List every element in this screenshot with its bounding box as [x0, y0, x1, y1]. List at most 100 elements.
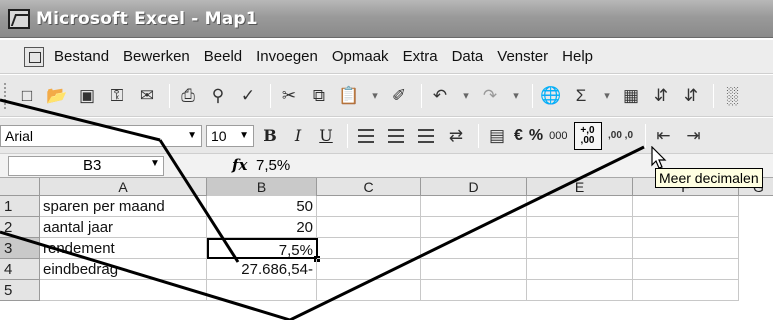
cell-a1[interactable]: sparen per maand — [40, 196, 207, 217]
row-header[interactable]: 4 — [0, 259, 40, 280]
print-icon[interactable]: ⎙ — [175, 83, 201, 109]
paste-icon[interactable]: 📋 — [336, 83, 362, 109]
column-header-e[interactable]: E — [527, 178, 633, 196]
excel-app-icon[interactable] — [8, 8, 30, 29]
undo-dropdown-icon[interactable]: ▾ — [457, 83, 475, 109]
cell-a4[interactable]: eindbedrag — [40, 259, 207, 280]
cell-empty[interactable] — [421, 238, 527, 259]
cell-empty[interactable] — [527, 238, 633, 259]
cell-b4[interactable]: 27.686,54- — [207, 259, 317, 280]
underline-button[interactable]: U — [314, 124, 338, 148]
cell-empty[interactable] — [633, 217, 739, 238]
autosum-icon[interactable]: Σ — [568, 83, 594, 109]
menu-bestand[interactable]: Bestand — [54, 48, 109, 65]
chevron-down-icon[interactable]: ▼ — [150, 158, 160, 169]
chevron-down-icon[interactable]: ▼ — [239, 130, 249, 141]
new-icon[interactable]: □ — [14, 83, 40, 109]
paste-dropdown-icon[interactable]: ▾ — [366, 83, 384, 109]
increase-decimal-button[interactable]: +,0 ,00 — [573, 121, 602, 150]
merge-center-icon[interactable]: ⇄ — [443, 123, 469, 149]
menu-invoegen[interactable]: Invoegen — [256, 48, 318, 65]
cell-a3[interactable]: rendement — [40, 238, 207, 259]
increase-indent-icon[interactable]: ⇥ — [681, 123, 707, 149]
function-icon[interactable]: ▦ — [618, 83, 644, 109]
select-all-corner[interactable] — [0, 178, 40, 196]
chevron-down-icon[interactable]: ▼ — [187, 130, 197, 141]
permission-icon[interactable]: ⚿ — [104, 83, 130, 109]
cell-empty[interactable] — [317, 259, 421, 280]
bold-button[interactable]: B — [258, 124, 282, 148]
save-icon[interactable]: ▣ — [74, 83, 100, 109]
sort-descending-icon[interactable]: ⇵ — [678, 83, 704, 109]
undo-icon[interactable]: ↶ — [427, 83, 453, 109]
toolbar-grip[interactable] — [4, 82, 8, 109]
cell-empty[interactable] — [317, 238, 421, 259]
cell-empty[interactable] — [633, 196, 739, 217]
align-right-icon[interactable] — [413, 123, 439, 149]
column-header-c[interactable]: C — [317, 178, 421, 196]
cell-empty[interactable] — [633, 280, 739, 301]
currency-icon[interactable]: ▤ — [484, 123, 510, 149]
menu-venster[interactable]: Venster — [497, 48, 548, 65]
decrease-decimal-button[interactable]: ,00 ,0 — [608, 123, 634, 149]
spelling-icon[interactable]: ✓ — [235, 83, 261, 109]
cut-icon[interactable]: ✂ — [276, 83, 302, 109]
column-header-a[interactable]: A — [40, 178, 207, 196]
mail-icon[interactable]: ✉ — [134, 83, 160, 109]
align-center-icon[interactable] — [383, 123, 409, 149]
cell-empty[interactable] — [421, 217, 527, 238]
formula-input[interactable]: 7,5% — [256, 157, 290, 174]
row-header[interactable]: 5 — [0, 280, 40, 301]
document-icon[interactable] — [24, 46, 44, 67]
cell-empty[interactable] — [421, 280, 527, 301]
chart-icon[interactable]: ░ — [719, 83, 745, 109]
thousands-separator-button[interactable]: 000 — [549, 130, 567, 142]
percent-button[interactable]: % — [529, 127, 543, 145]
cell-a2[interactable]: aantal jaar — [40, 217, 207, 238]
font-size-select[interactable]: 10 ▼ — [206, 124, 254, 147]
font-name-select[interactable]: Arial ▼ — [0, 124, 202, 147]
cell-b2[interactable]: 20 — [207, 217, 317, 238]
menu-data[interactable]: Data — [452, 48, 484, 65]
cell-b1[interactable]: 50 — [207, 196, 317, 217]
cell-b3-selected[interactable]: 7,5% — [207, 238, 318, 259]
menu-bewerken[interactable]: Bewerken — [123, 48, 190, 65]
column-header-d[interactable]: D — [421, 178, 527, 196]
open-icon[interactable]: 📂 — [44, 83, 70, 109]
copy-icon[interactable]: ⧉ — [306, 83, 332, 109]
italic-button[interactable]: I — [286, 124, 310, 148]
euro-button[interactable]: € — [514, 127, 523, 145]
cell-b5[interactable] — [207, 280, 317, 301]
cell-empty[interactable] — [633, 238, 739, 259]
hyperlink-icon[interactable]: 🌐 — [538, 83, 564, 109]
print-preview-icon[interactable]: ⚲ — [205, 83, 231, 109]
row-header[interactable]: 1 — [0, 196, 40, 217]
sort-ascending-icon[interactable]: ⇵ — [648, 83, 674, 109]
decrease-indent-icon[interactable]: ⇤ — [651, 123, 677, 149]
row-header[interactable]: 2 — [0, 217, 40, 238]
redo-icon[interactable]: ↷ — [477, 83, 503, 109]
cell-empty[interactable] — [317, 196, 421, 217]
cell-empty[interactable] — [421, 259, 527, 280]
format-painter-icon[interactable]: ✐ — [386, 83, 412, 109]
cell-empty[interactable] — [527, 217, 633, 238]
menu-beeld[interactable]: Beeld — [204, 48, 242, 65]
cell-empty[interactable] — [527, 259, 633, 280]
row-header[interactable]: 3 — [0, 238, 40, 259]
align-left-icon[interactable] — [353, 123, 379, 149]
menu-help[interactable]: Help — [562, 48, 593, 65]
cell-empty[interactable] — [317, 217, 421, 238]
menu-opmaak[interactable]: Opmaak — [332, 48, 389, 65]
name-box[interactable]: B3 — [8, 156, 164, 176]
menu-extra[interactable]: Extra — [403, 48, 438, 65]
column-header-b[interactable]: B — [207, 178, 317, 196]
autosum-dropdown-icon[interactable]: ▾ — [598, 83, 616, 109]
redo-dropdown-icon[interactable]: ▾ — [507, 83, 525, 109]
cell-empty[interactable] — [317, 280, 421, 301]
cell-empty[interactable] — [527, 280, 633, 301]
cell-empty[interactable] — [527, 196, 633, 217]
cell-empty[interactable] — [633, 259, 739, 280]
insert-function-icon[interactable]: fx — [232, 156, 247, 174]
cell-empty[interactable] — [421, 196, 527, 217]
cell-a5[interactable] — [40, 280, 207, 301]
